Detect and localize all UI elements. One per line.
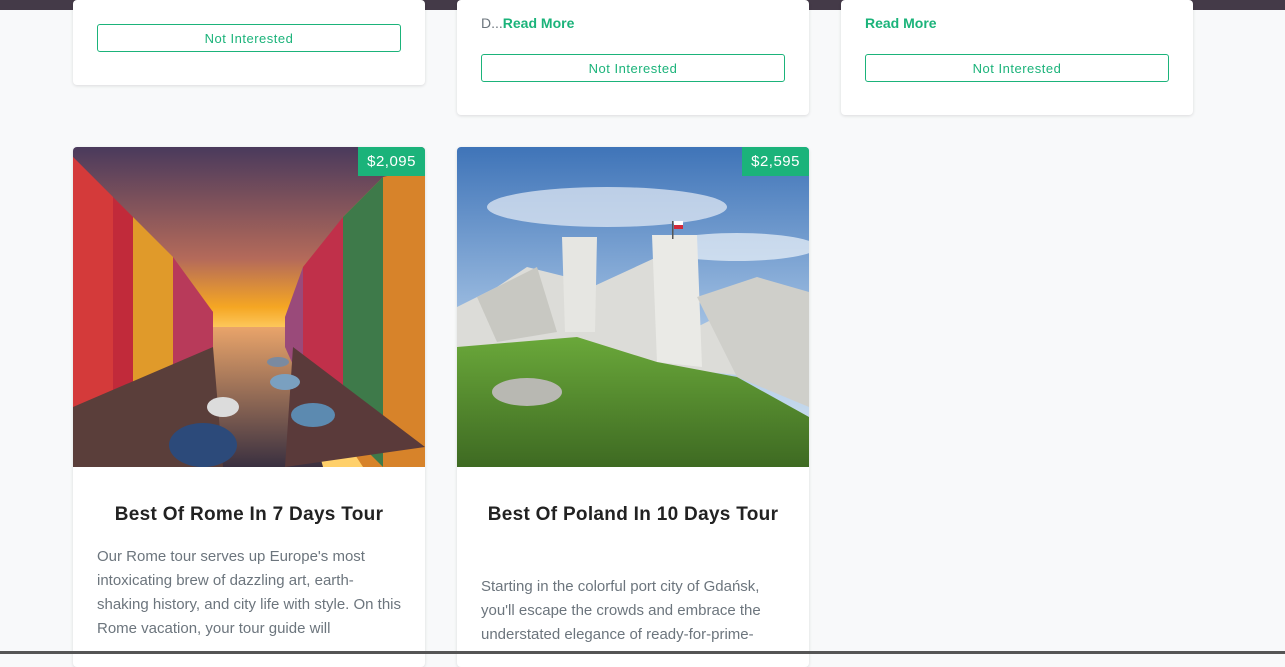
description-ellipsis: D... bbox=[481, 15, 503, 31]
tour-description: Our Rome tour serves up Europe's most in… bbox=[97, 548, 402, 637]
price-badge: $2,595 bbox=[742, 147, 809, 176]
venice-canal-photo[interactable] bbox=[73, 147, 425, 467]
tour-title[interactable]: Best Of Poland In 10 Days Tour bbox=[481, 500, 785, 530]
tour-card-rome[interactable]: $2,095 Best Of Rome In 7 Days Tour Our R… bbox=[73, 147, 425, 667]
not-interested-button[interactable]: Not Interested bbox=[97, 24, 401, 52]
tour-card-top-3: Read More Not Interested bbox=[841, 0, 1193, 115]
tour-description: Starting in the colorful port city of Gd… bbox=[481, 578, 761, 643]
not-interested-button[interactable]: Not Interested bbox=[481, 54, 785, 82]
tour-title[interactable]: Best Of Rome In 7 Days Tour bbox=[97, 500, 401, 530]
description-snippet: D...Read More bbox=[481, 15, 574, 31]
read-more-link[interactable]: Read More bbox=[865, 15, 937, 31]
castle-ruins-photo[interactable] bbox=[457, 147, 809, 467]
tour-card-poland[interactable]: $2,595 Best Of Poland In 10 Days Tour St… bbox=[457, 147, 809, 667]
not-interested-button[interactable]: Not Interested bbox=[865, 54, 1169, 82]
description-snippet: Read More bbox=[865, 15, 937, 31]
read-more-link[interactable]: Read More bbox=[503, 15, 575, 31]
price-badge: $2,095 bbox=[358, 147, 425, 176]
tour-card-top-1: Not Interested bbox=[73, 0, 425, 85]
tour-card-top-2: D...Read More Not Interested bbox=[457, 0, 809, 115]
